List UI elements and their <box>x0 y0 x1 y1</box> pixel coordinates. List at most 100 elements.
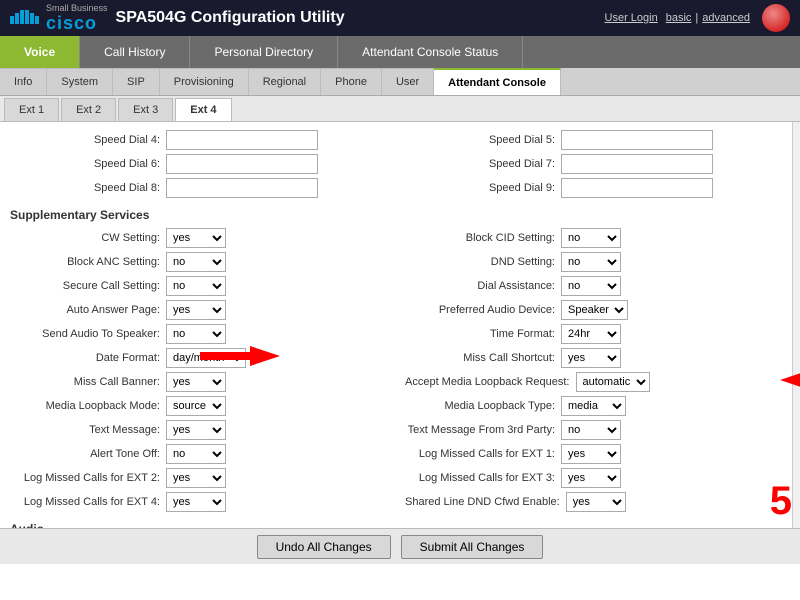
speed-dial-8-row: Speed Dial 8: <box>10 176 395 200</box>
speed-dial-8-input[interactable] <box>166 178 318 198</box>
speed-dial-7-input[interactable] <box>561 154 713 174</box>
log-ext1-select[interactable]: yesno <box>561 444 621 464</box>
log-ext3-select[interactable]: yesno <box>561 468 621 488</box>
speed-dial-5-row: Speed Dial 5: <box>405 128 790 152</box>
sub-tab-phone[interactable]: Phone <box>321 68 382 95</box>
alert-tone-select[interactable]: noyes <box>166 444 226 464</box>
speed-dial-right: Speed Dial 5: Speed Dial 7: Speed Dial 9… <box>405 128 790 200</box>
speed-dials-section: Speed Dial 4: Speed Dial 6: Speed Dial 8… <box>10 128 790 200</box>
cw-setting-row: CW Setting: yesno <box>10 226 395 250</box>
media-loopback-type-label: Media Loopback Type: <box>405 400 555 412</box>
alert-tone-label: Alert Tone Off: <box>10 448 160 460</box>
scrollbar[interactable] <box>792 122 800 564</box>
log-ext1-row: Log Missed Calls for EXT 1: yesno <box>405 442 790 466</box>
alert-tone-row: Alert Tone Off: noyes <box>10 442 395 466</box>
secure-call-row: Secure Call Setting: noyes <box>10 274 395 298</box>
accept-media-label: Accept Media Loopback Request: <box>405 376 570 388</box>
speed-dial-7-row: Speed Dial 7: <box>405 152 790 176</box>
secure-call-select[interactable]: noyes <box>166 276 226 296</box>
submit-all-button[interactable]: Submit All Changes <box>401 535 544 559</box>
content-area: Speed Dial 4: Speed Dial 6: Speed Dial 8… <box>0 122 800 564</box>
cisco-logo-icon <box>10 8 42 28</box>
miss-call-banner-select[interactable]: yesno <box>166 372 226 392</box>
log-ext4-row: Log Missed Calls for EXT 4: yesno <box>10 490 395 514</box>
sub-tab-regional[interactable]: Regional <box>249 68 321 95</box>
sub-tab-sip[interactable]: SIP <box>113 68 160 95</box>
speed-dial-9-label: Speed Dial 9: <box>405 182 555 194</box>
log-ext2-row: Log Missed Calls for EXT 2: yesno <box>10 466 395 490</box>
ext-tab-1[interactable]: Ext 1 <box>4 98 59 121</box>
main-tab-personal-directory[interactable]: Personal Directory <box>190 36 338 68</box>
shared-line-dnd-label: Shared Line DND Cfwd Enable: <box>405 496 560 508</box>
step-badge: 5 <box>770 479 792 524</box>
log-ext3-row: Log Missed Calls for EXT 3: yesno <box>405 466 790 490</box>
dnd-setting-row: DND Setting: noyes <box>405 250 790 274</box>
send-audio-label: Send Audio To Speaker: <box>10 328 160 340</box>
time-format-select[interactable]: 24hr12hr <box>561 324 621 344</box>
dial-assistance-label: Dial Assistance: <box>405 280 555 292</box>
speed-dial-6-input[interactable] <box>166 154 318 174</box>
text-msg-3rd-select[interactable]: noyes <box>561 420 621 440</box>
red-arrow-date <box>200 344 280 371</box>
text-message-select[interactable]: yesno <box>166 420 226 440</box>
auto-answer-select[interactable]: yesno <box>166 300 226 320</box>
footer: Undo All Changes Submit All Changes <box>0 528 800 564</box>
preferred-audio-select[interactable]: SpeakerHeadset <box>561 300 628 320</box>
miss-call-banner-label: Miss Call Banner: <box>10 376 160 388</box>
speed-dial-9-input[interactable] <box>561 178 713 198</box>
main-tab-call-history[interactable]: Call History <box>80 36 190 68</box>
sub-tab-info[interactable]: Info <box>0 68 47 95</box>
cw-setting-label: CW Setting: <box>10 232 160 244</box>
sub-tab-attendant-console[interactable]: Attendant Console <box>434 68 561 95</box>
speed-dial-6-label: Speed Dial 6: <box>10 158 160 170</box>
header: Small Business cisco SPA504G Configurati… <box>0 0 800 36</box>
brand-small: Small Business <box>46 3 108 13</box>
ext-nav: Ext 1 Ext 2 Ext 3 Ext 4 <box>0 96 800 122</box>
accept-media-select[interactable]: automaticmanualnone <box>576 372 650 392</box>
sub-tab-provisioning[interactable]: Provisioning <box>160 68 249 95</box>
dial-assistance-select[interactable]: noyes <box>561 276 621 296</box>
basic-link[interactable]: basic <box>666 12 692 24</box>
media-loopback-mode-select[interactable]: sourcepeer <box>166 396 226 416</box>
main-tab-voice[interactable]: Voice <box>0 36 80 68</box>
ext-tab-2[interactable]: Ext 2 <box>61 98 116 121</box>
ext-tab-4[interactable]: Ext 4 <box>175 98 231 121</box>
date-format-label: Date Format: <box>10 352 160 364</box>
log-ext4-select[interactable]: yesno <box>166 492 226 512</box>
auto-answer-label: Auto Answer Page: <box>10 304 160 316</box>
auto-answer-row: Auto Answer Page: yesno <box>10 298 395 322</box>
dnd-setting-select[interactable]: noyes <box>561 252 621 272</box>
miss-call-shortcut-select[interactable]: yesno <box>561 348 621 368</box>
main-tab-attendant-console-status[interactable]: Attendant Console Status <box>338 36 523 68</box>
undo-all-button[interactable]: Undo All Changes <box>257 535 391 559</box>
cw-setting-select[interactable]: yesno <box>166 228 226 248</box>
time-format-label: Time Format: <box>405 328 555 340</box>
speed-dial-4-input[interactable] <box>166 130 318 150</box>
block-cid-select[interactable]: noyes <box>561 228 621 248</box>
speed-dial-4-label: Speed Dial 4: <box>10 134 160 146</box>
speed-dial-9-row: Speed Dial 9: <box>405 176 790 200</box>
miss-call-shortcut-label: Miss Call Shortcut: <box>405 352 555 364</box>
block-anc-select[interactable]: noyes <box>166 252 226 272</box>
speed-dial-5-input[interactable] <box>561 130 713 150</box>
dial-assistance-row: Dial Assistance: noyes <box>405 274 790 298</box>
sub-tab-system[interactable]: System <box>47 68 113 95</box>
shared-line-dnd-select[interactable]: yesno <box>566 492 626 512</box>
ss-left: CW Setting: yesno Block ANC Setting: noy… <box>10 226 395 514</box>
send-audio-select[interactable]: noyes <box>166 324 226 344</box>
sub-tab-user[interactable]: User <box>382 68 434 95</box>
user-login-link[interactable]: User Login <box>605 12 658 24</box>
media-loopback-mode-label: Media Loopback Mode: <box>10 400 160 412</box>
media-loopback-type-select[interactable]: mediapayload <box>561 396 626 416</box>
accept-media-row: Accept Media Loopback Request: automatic… <box>405 370 790 394</box>
sub-nav: Info System SIP Provisioning Regional Ph… <box>0 68 800 96</box>
supplementary-services-title: Supplementary Services <box>10 208 790 222</box>
text-message-label: Text Message: <box>10 424 160 436</box>
ext-tab-3[interactable]: Ext 3 <box>118 98 173 121</box>
media-loopback-type-row: Media Loopback Type: mediapayload <box>405 394 790 418</box>
log-ext2-select[interactable]: yesno <box>166 468 226 488</box>
advanced-link[interactable]: advanced <box>702 12 750 24</box>
log-ext2-label: Log Missed Calls for EXT 2: <box>10 472 160 484</box>
miss-call-shortcut-row: Miss Call Shortcut: yesno <box>405 346 790 370</box>
time-format-row: Time Format: 24hr12hr <box>405 322 790 346</box>
